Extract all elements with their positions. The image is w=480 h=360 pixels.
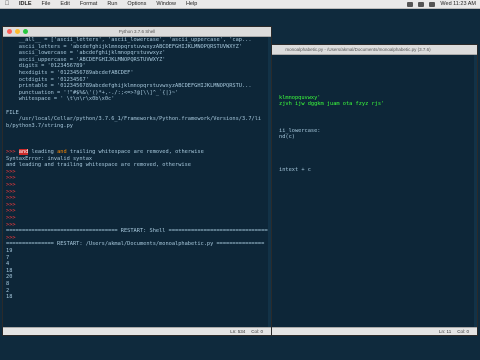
menubar-clock[interactable]: Wed 11:23 AM [440, 1, 476, 7]
menu-edit[interactable]: Edit [55, 1, 74, 7]
editor-column-number: Col: 0 [457, 329, 469, 334]
shell-title: Python 3.7.6 Shell [118, 29, 156, 34]
shell-line: __all__ = ['ascii_letters', 'ascii_lower… [6, 37, 252, 43]
shell-column-number: Col: 0 [251, 329, 263, 334]
shell-line: 4 [6, 261, 10, 268]
shell-line: 20 [6, 274, 13, 281]
shell-line: >>> [6, 215, 16, 222]
shell-line: ascii_letters = 'abcdefghijklmnopqrstuvw… [6, 43, 242, 50]
shell-line: >>> [6, 195, 16, 202]
shell-line: ascii_lowercase = 'abcdefghijklmnopqrstu… [6, 50, 166, 57]
apple-menu-icon[interactable]:  [0, 1, 14, 7]
editor-statusbar: Ln: 11 Col: 0 [239, 327, 477, 335]
shell-line: >>> [6, 221, 16, 228]
shell-line-number: Ln: 534 [230, 329, 246, 334]
shell-statusbar: Ln: 534 Col: 0 [3, 327, 271, 335]
shell-line: 18 [6, 267, 13, 274]
shell-line: =================================== REST… [6, 228, 271, 235]
editor-window: monoalphabetic.py - /Users/akmal/Documen… [238, 44, 478, 336]
editor-title: monoalphabetic.py - /Users/akmal/Documen… [285, 47, 431, 52]
menu-options[interactable]: Options [122, 1, 151, 7]
shell-line: >>> [6, 168, 16, 175]
editor-scrollbar[interactable] [474, 55, 477, 327]
editor-line: ii_lowercase: [279, 127, 321, 134]
editor-line: intext + c [279, 167, 311, 174]
error-text: trailing whitespace are removed, otherwi… [66, 149, 204, 156]
editor-titlebar[interactable]: monoalphabetic.py - /Users/akmal/Documen… [239, 45, 477, 55]
shell-line: and leading and trailing whitespace are … [6, 162, 191, 169]
editor-line-number: Ln: 11 [439, 329, 452, 334]
shell-line: >>> [6, 234, 16, 241]
menu-file[interactable]: File [37, 1, 56, 7]
error-text: leading [28, 149, 58, 156]
shell-line: printable = '0123456789abcdefghijklmnopq… [6, 83, 252, 90]
shell-line: whitespace = ' \t\n\r\x0b\x0c' [6, 96, 115, 103]
menu-idle[interactable]: IDLE [14, 1, 37, 7]
syntax-error-highlight: and [18, 149, 29, 156]
shell-line: 8 [6, 280, 10, 287]
shell-line: hexdigits = '0123456789abcdefABCDEF' [6, 69, 134, 76]
shell-line: FILE [6, 109, 19, 116]
shell-line: >>> [6, 208, 16, 215]
wifi-icon[interactable] [407, 1, 414, 7]
shell-line: =============== RESTART: /Users/akmal/Do… [6, 241, 265, 248]
shell-line: 19 [6, 248, 13, 254]
shell-line: 2 [6, 287, 10, 294]
shell-line: >>> [6, 188, 16, 195]
shell-line: >>> [6, 201, 16, 208]
battery-icon[interactable] [418, 1, 425, 7]
shell-error-line: >>> and leading and trailing whitespace … [6, 149, 271, 156]
editor-line: nd(c) [279, 134, 295, 141]
shell-line: ascii_uppercase = 'ABCDEFGHIJKLMNOPQRSTU… [6, 56, 166, 63]
editor-line: zjvh ijw dggkm juam ota fzyz rjs' [279, 101, 385, 108]
shell-prompt: >>> [6, 149, 16, 156]
shell-line: punctuation = '!"#$%&\'()*+,-./:;<=>?@[\… [6, 89, 179, 96]
shell-line: SyntaxError: invalid syntax [6, 155, 93, 162]
shell-line: 18 [6, 294, 13, 301]
shell-line: octdigits = '01234567' [6, 76, 89, 83]
menu-help[interactable]: Help [181, 1, 202, 7]
menu-window[interactable]: Window [151, 1, 181, 7]
spotlight-icon[interactable] [429, 1, 436, 7]
menu-run[interactable]: Run [102, 1, 122, 7]
menu-bar:  IDLE File Edit Format Run Options Wind… [0, 0, 480, 9]
shell-titlebar[interactable]: Python 3.7.6 Shell [3, 27, 271, 37]
shell-line: b/python3.7/string.py [6, 122, 73, 129]
shell-window: Python 3.7.6 Shell __all__ = ['ascii_let… [2, 26, 272, 336]
shell-line: digits = '0123456789' [6, 63, 86, 70]
shell-text-area[interactable]: __all__ = ['ascii_letters', 'ascii_lower… [3, 37, 271, 327]
shell-line: >>> [6, 175, 16, 182]
shell-line: >>> [6, 182, 16, 189]
shell-line: /usr/local/Cellar/python/3.7.6_1/Framewo… [6, 116, 262, 123]
shell-line: 7 [6, 254, 10, 261]
editor-line: klmnopquvwxy' [279, 94, 321, 101]
shell-scrollbar[interactable] [268, 37, 271, 327]
keyword-and: and [57, 149, 67, 156]
editor-text-area[interactable]: klmnopquvwxy' zjvh ijw dggkm juam ota fzy… [239, 55, 477, 327]
menu-format[interactable]: Format [75, 1, 102, 7]
status-area: Wed 11:23 AM [407, 1, 480, 7]
